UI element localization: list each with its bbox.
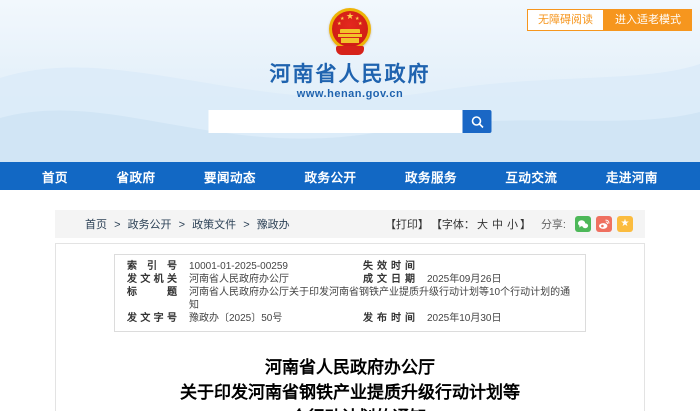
meta-value-title: 河南省人民政府办公厅关于印发河南省钢铁产业提质升级行动计划等10个行动计划的通知 [189, 287, 571, 311]
elder-mode-button[interactable]: 进入适老模式 [604, 9, 692, 31]
main-nav: 首页 省政府 要闻动态 政务公开 政务服务 互动交流 走进河南 [0, 162, 700, 190]
breadcrumb-separator: > [243, 219, 250, 231]
document-title-line2: 关于印发河南省钢铁产业提质升级行动计划等 [180, 383, 520, 402]
qzone-share-icon[interactable]: ★ [617, 216, 633, 232]
meta-value-doc-number: 豫政办〔2025〕50号 [189, 313, 283, 324]
meta-label-expiry: 失效时间 [363, 261, 415, 272]
breadcrumb-separator: > [114, 219, 121, 231]
nav-item-provincial-government[interactable]: 省政府 [116, 167, 155, 186]
meta-value-expiry [415, 260, 573, 273]
site-url: www.henan.gov.cn [296, 88, 404, 100]
breadcrumb-separator: > [178, 219, 186, 231]
breadcrumb-policy-documents[interactable]: 政策文件 [192, 219, 236, 231]
breadcrumb-home[interactable]: 首页 [85, 219, 107, 231]
meta-value-written-date: 2025年09月26日 [427, 274, 502, 285]
document-title: 河南省人民政府办公厅 关于印发河南省钢铁产业提质升级行动计划等 10个行动计划的… [56, 355, 644, 411]
font-size-medium-button[interactable]: 中 [492, 216, 503, 232]
meta-label-index-number: 索 引 号 [127, 261, 177, 272]
nav-item-gov-disclosure[interactable]: 政务公开 [304, 167, 356, 186]
search-button[interactable] [462, 110, 492, 133]
national-emblem-logo: ★ ★ ★ ★ ★ [327, 8, 373, 55]
breadcrumb-yuzhengban[interactable]: 豫政办 [257, 219, 290, 231]
font-size-label: 【字体： [430, 219, 475, 231]
nav-item-news[interactable]: 要闻动态 [204, 167, 256, 186]
meta-row-number-publish: 发文字号 豫政办〔2025〕50号 发布时间 2025年10月30日 [127, 312, 573, 325]
top-action-buttons: 无障碍阅读 进入适老模式 [527, 9, 692, 31]
meta-row-title: 标 题 河南省人民政府办公厅关于印发河南省钢铁产业提质升级行动计划等10个行动计… [127, 286, 573, 312]
meta-label-title: 标 题 [127, 287, 177, 298]
breadcrumb: 首页 > 政务公开 > 政策文件 > 豫政办 [85, 216, 290, 232]
search-input[interactable] [208, 110, 463, 133]
meta-row-agency-date: 发文机关 河南省人民政府办公厅 成文日期 2025年09月26日 [127, 273, 573, 286]
nav-item-interaction[interactable]: 互动交流 [505, 167, 557, 186]
nav-item-gov-services[interactable]: 政务服务 [405, 167, 457, 186]
meta-label-issuing-agency: 发文机关 [127, 274, 177, 285]
share-label: 分享: [540, 219, 566, 231]
meta-value-publish-date: 2025年10月30日 [427, 313, 502, 324]
site-search [208, 110, 492, 133]
breadcrumb-bar: 首页 > 政务公开 > 政策文件 > 豫政办 【打印】 【字体： 大 中 小 】… [55, 210, 645, 238]
meta-label-publish-date: 发布时间 [363, 313, 415, 324]
wechat-share-icon[interactable] [575, 216, 591, 232]
document-metadata-table: 索 引 号 10001-01-2025-00259 失效时间 发文机关 河南省人… [114, 254, 586, 332]
document-toolbar: 【打印】 【字体： 大 中 小 】 分享: ★ [383, 216, 633, 232]
print-button[interactable]: 【打印】 [385, 216, 429, 232]
meta-label-doc-number: 发文字号 [127, 313, 177, 324]
meta-value-index-number: 10001-01-2025-00259 [189, 261, 288, 272]
font-size-large-button[interactable]: 大 [477, 216, 488, 232]
accessibility-reading-button[interactable]: 无障碍阅读 [527, 9, 604, 31]
emblem-star-icon: ★ [346, 11, 355, 21]
document-title-line1: 河南省人民政府办公厅 [265, 358, 435, 377]
meta-value-issuing-agency: 河南省人民政府办公厅 [189, 274, 289, 285]
meta-label-written-date: 成文日期 [363, 274, 415, 285]
site-title: 河南省人民政府 [269, 63, 431, 86]
weibo-share-icon[interactable] [596, 216, 612, 232]
breadcrumb-gov-disclosure[interactable]: 政务公开 [128, 219, 172, 231]
search-icon [471, 115, 484, 128]
nav-item-home[interactable]: 首页 [42, 167, 68, 186]
font-size-label-end: 】 [519, 219, 531, 231]
font-size-small-button[interactable]: 小 [507, 216, 518, 232]
nav-item-discover-henan[interactable]: 走进河南 [606, 167, 658, 186]
document-title-line3: 10个行动计划的通知 [56, 405, 644, 411]
meta-row-index-expiry: 索 引 号 10001-01-2025-00259 失效时间 [127, 260, 573, 273]
document-content-panel: 索 引 号 10001-01-2025-00259 失效时间 发文机关 河南省人… [55, 243, 645, 411]
site-header: 无障碍阅读 进入适老模式 ★ ★ ★ ★ ★ 河南省人民政府 www.henan… [0, 0, 700, 162]
